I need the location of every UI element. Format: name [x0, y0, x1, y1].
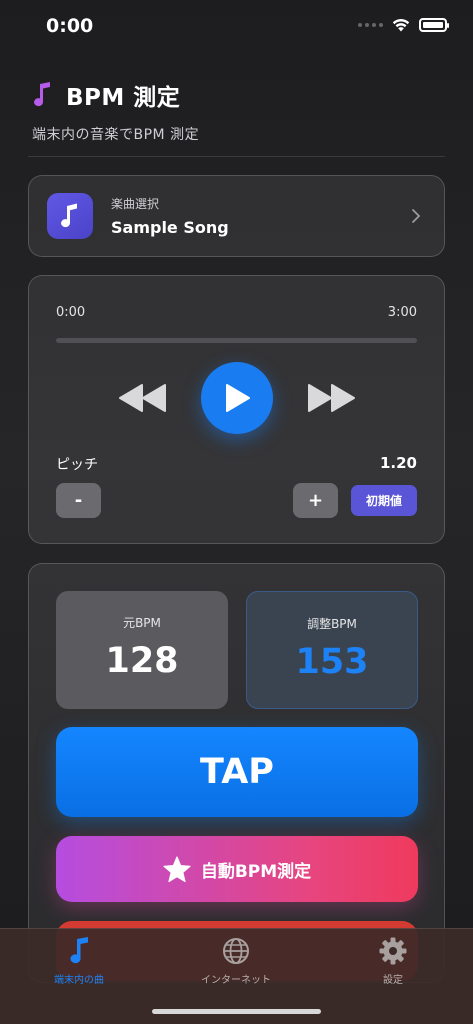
status-indicators	[358, 18, 449, 32]
music-note-icon	[61, 203, 77, 228]
home-indicator	[152, 1009, 321, 1014]
wifi-icon	[392, 19, 410, 32]
tab-label: 設定	[383, 975, 403, 986]
status-time: 0:00	[46, 15, 94, 37]
auto-bpm-label: 自動BPM測定	[200, 861, 312, 882]
pitch-reset-button[interactable]: 初期値	[351, 485, 417, 516]
music-note-icon	[70, 937, 88, 964]
page-title: BPM 測定	[66, 85, 181, 111]
total-time: 3:00	[387, 305, 417, 320]
tab-internet[interactable]: インターネット	[176, 937, 296, 986]
song-name: Sample Song	[111, 218, 229, 237]
original-bpm-value: 128	[105, 641, 179, 681]
tab-settings[interactable]: 設定	[333, 937, 453, 986]
adjusted-bpm-box: 調整BPM 153	[246, 591, 418, 709]
pitch-increase-button[interactable]: +	[293, 483, 338, 518]
pitch-row: ピッチ 1.20	[56, 454, 417, 474]
star-icon	[163, 855, 191, 882]
pitch-controls: - + 初期値	[56, 483, 417, 519]
fast-forward-icon	[307, 384, 355, 412]
bpm-card: 元BPM 128 調整BPM 153 TAP 自動BPM測定	[28, 563, 445, 983]
gear-icon	[379, 937, 407, 965]
status-bar: 0:00	[0, 0, 473, 50]
tab-label: 端末内の曲	[54, 975, 104, 986]
time-row: 0:00 3:00	[56, 305, 417, 320]
song-select-caption: 楽曲選択	[111, 197, 160, 211]
auto-bpm-button[interactable]: 自動BPM測定	[56, 836, 418, 902]
rewind-icon	[118, 384, 166, 412]
playback-slider[interactable]	[56, 338, 417, 343]
play-icon	[225, 384, 250, 412]
pitch-label: ピッチ	[56, 457, 98, 473]
header-divider	[28, 156, 445, 157]
pitch-value: 1.20	[379, 454, 417, 472]
rewind-button[interactable]	[117, 381, 169, 415]
original-bpm-box: 元BPM 128	[56, 591, 228, 709]
music-note-icon	[34, 82, 50, 107]
chevron-right-icon	[412, 209, 421, 223]
player-card: 0:00 3:00 ピッチ 1.20 - + 初期値	[28, 275, 445, 544]
globe-icon	[223, 938, 249, 964]
playback-controls	[29, 362, 444, 434]
cellular-signal-icon	[358, 23, 383, 27]
current-time: 0:00	[56, 305, 86, 320]
fast-forward-button[interactable]	[305, 381, 357, 415]
song-artwork	[47, 193, 93, 239]
song-info: 楽曲選択 Sample Song	[111, 195, 406, 237]
battery-icon	[419, 18, 449, 32]
page-subtitle: 端末内の音楽でBPM 測定	[32, 127, 200, 143]
tab-label: インターネット	[201, 975, 271, 986]
adjusted-bpm-label: 調整BPM	[307, 617, 357, 631]
header: BPM 測定 端末内の音楽でBPM 測定	[32, 78, 199, 144]
pitch-decrease-button[interactable]: -	[56, 483, 101, 518]
play-button[interactable]	[200, 362, 273, 434]
song-select-card[interactable]: 楽曲選択 Sample Song	[28, 175, 445, 257]
adjusted-bpm-value: 153	[295, 642, 369, 682]
tap-button[interactable]: TAP	[56, 727, 418, 817]
original-bpm-label: 元BPM	[123, 616, 161, 630]
tab-local-songs[interactable]: 端末内の曲	[19, 937, 139, 986]
